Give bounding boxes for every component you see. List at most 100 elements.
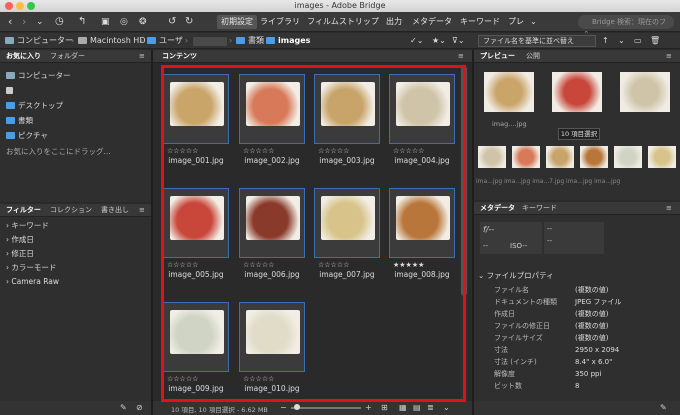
camera-icon[interactable]: ▣ [101, 15, 110, 29]
preview-strip-thumbnail[interactable] [478, 146, 506, 168]
thumbnail-view-icon[interactable]: ▦ [399, 403, 407, 412]
favorite-item-documents[interactable]: 書類 [6, 116, 33, 126]
panel-menu-icon[interactable]: ≡ [139, 52, 145, 61]
recent-history-icon[interactable]: ◷ [55, 15, 64, 29]
metadata-value[interactable]: (複数の値) [575, 286, 608, 295]
favorite-item-computer[interactable]: コンピューター [6, 71, 71, 81]
boomerang-icon[interactable]: ↰ [78, 15, 86, 29]
tab-publish[interactable]: 公開 [526, 52, 540, 61]
preview-thumbnail[interactable] [552, 72, 602, 112]
workspace-metadata[interactable]: メタデータ [412, 15, 452, 29]
filter-item-keywords[interactable]: › キーワード [6, 221, 49, 231]
tab-favorites[interactable]: お気に入り [6, 52, 41, 61]
open-recent-icon[interactable]: ⌄ [618, 36, 625, 46]
tab-metadata[interactable]: メタデータ [480, 204, 515, 213]
tab-content[interactable]: コンテンツ [162, 52, 197, 61]
favorite-item-desktop[interactable]: デスクトップ [6, 101, 63, 111]
workspace-more-icon[interactable]: ⌄ [530, 15, 537, 29]
metadata-value[interactable]: (複数の値) [575, 334, 608, 343]
workspace-output[interactable]: 出力 [384, 15, 404, 29]
metadata-value[interactable]: JPEG ファイル [575, 298, 621, 307]
favorites-panel: お気に入り フォルダー ≡ コンピューター デスクトップ 書類 ピクチャ お気に… [0, 50, 151, 202]
path-bar: コンピューター › Macintosh HD › ユーザ › › 書類 › im… [0, 33, 680, 49]
rotate-right-icon[interactable]: ↻ [185, 15, 193, 29]
open-in-camera-raw-icon[interactable]: ❂ [139, 15, 147, 29]
highlight-frame [161, 65, 466, 402]
zoom-out-icon[interactable]: − [280, 403, 287, 412]
metadata-value[interactable]: 8 [575, 382, 579, 391]
chevron-down-icon[interactable]: ⌄ [36, 15, 44, 29]
clear-filter-icon[interactable]: ⊘ [136, 403, 143, 412]
metadata-edit-icon[interactable]: ✎ [660, 403, 667, 412]
zoom-in-icon[interactable]: + [365, 403, 372, 412]
preview-thumbnail[interactable] [620, 72, 670, 112]
computer-icon [5, 37, 14, 44]
filter-item-date-modified[interactable]: › 修正日 [6, 249, 34, 259]
metadata-key: ファイルの修正日 [494, 322, 550, 330]
star-filter-icon[interactable]: ★⌄ [432, 36, 446, 46]
tab-export[interactable]: 書き出し [101, 206, 129, 215]
tab-collections[interactable]: コレクション [50, 206, 92, 215]
tab-filter[interactable]: フィルター [6, 206, 41, 215]
view-options-icon[interactable]: ✓⌄ [410, 36, 423, 46]
workspace-libraries[interactable]: ライブラリ [260, 15, 300, 29]
breadcrumb-macintosh-hd[interactable]: Macintosh HD [78, 36, 145, 46]
file-properties-header[interactable]: ⌄ ファイルプロパティ [478, 270, 554, 281]
workspace-essentials[interactable]: 初期設定 [217, 15, 257, 29]
filter-item-color-mode[interactable]: › カラーモード [6, 263, 56, 273]
search-input[interactable]: Bridge 検索：現在のフォ... [578, 15, 674, 40]
new-folder-icon[interactable]: ▭ [634, 36, 642, 46]
forward-icon[interactable]: › [22, 15, 26, 29]
workspace-filmstrip[interactable]: フィルムストリップ [307, 15, 379, 29]
sort-direction-icon[interactable]: ↑ [602, 36, 609, 46]
preview-thumbnail[interactable] [484, 72, 534, 112]
pin-icon[interactable]: ✎ [120, 403, 127, 412]
metadata-key: 寸法 (インチ) [494, 358, 537, 366]
tab-keywords[interactable]: キーワード [522, 204, 557, 213]
grid-lock-icon[interactable]: ⊞ [381, 403, 388, 412]
breadcrumb-separator-icon: › [260, 36, 264, 45]
filter-item-date-created[interactable]: › 作成日 [6, 235, 34, 245]
favorite-item-home[interactable] [6, 86, 16, 96]
details-view-icon[interactable]: ▤ [413, 403, 421, 412]
breadcrumb-computer[interactable]: コンピューター [5, 36, 73, 46]
view-menu-icon[interactable]: ⌄ [443, 403, 450, 412]
metadata-key: 寸法 [494, 346, 508, 354]
exposure-value: -- [483, 242, 489, 250]
favorite-item-pictures[interactable]: ピクチャ [6, 131, 48, 141]
filter-item-camera-raw[interactable]: › Camera Raw [6, 277, 59, 287]
rotate-left-icon[interactable]: ↺ [168, 15, 176, 29]
metadata-value[interactable]: 2950 x 2094 [575, 346, 619, 355]
content-footer: 10 項目, 10 項目選択 - 6.62 MB − + ⊞ ▦ ▤ ≣ ⌄ [153, 401, 472, 415]
status-text: 10 項目, 10 項目選択 - 6.62 MB [171, 406, 268, 414]
refine-icon[interactable]: ◎ [120, 15, 128, 29]
delete-icon[interactable]: 🗑 [650, 36, 660, 46]
tab-preview[interactable]: プレビュー [480, 52, 515, 61]
folder-icon [147, 37, 156, 44]
tab-folders[interactable]: フォルダー [50, 52, 85, 61]
back-icon[interactable]: ‹ [8, 15, 12, 29]
metadata-value[interactable]: (複数の値) [575, 322, 608, 331]
metadata-value[interactable]: 8.4" x 6.0" [575, 358, 612, 367]
breadcrumb-users[interactable]: ユーザ [147, 36, 183, 46]
panel-menu-icon[interactable]: ≡ [666, 52, 672, 61]
filter-items-icon[interactable]: ⊽⌄ [452, 36, 465, 46]
preview-strip-thumbnail[interactable] [546, 146, 574, 168]
list-view-icon[interactable]: ≣ [427, 403, 434, 412]
workspace-preview[interactable]: プレ [508, 15, 524, 29]
metadata-value[interactable]: (複数の値) [575, 310, 608, 319]
metadata-value[interactable]: 350 ppi [575, 370, 601, 379]
workspace-keywords[interactable]: キーワード [460, 15, 500, 29]
sort-dropdown[interactable]: ファイル名を基準に並べ替え [478, 35, 596, 47]
panel-menu-icon[interactable]: ≡ [666, 204, 672, 213]
panel-menu-icon[interactable]: ≡ [139, 206, 145, 215]
preview-strip-thumbnail[interactable] [580, 146, 608, 168]
panel-menu-icon[interactable]: ≡ [458, 52, 464, 61]
thumbnail-size-slider[interactable] [291, 404, 361, 410]
preview-strip-thumbnail[interactable] [648, 146, 676, 168]
preview-strip-thumbnail[interactable] [512, 146, 540, 168]
preview-strip-thumbnail[interactable] [614, 146, 642, 168]
breadcrumb-user-folder[interactable] [193, 37, 227, 46]
slider-handle[interactable] [294, 404, 300, 410]
breadcrumb-images[interactable]: images [266, 36, 310, 46]
